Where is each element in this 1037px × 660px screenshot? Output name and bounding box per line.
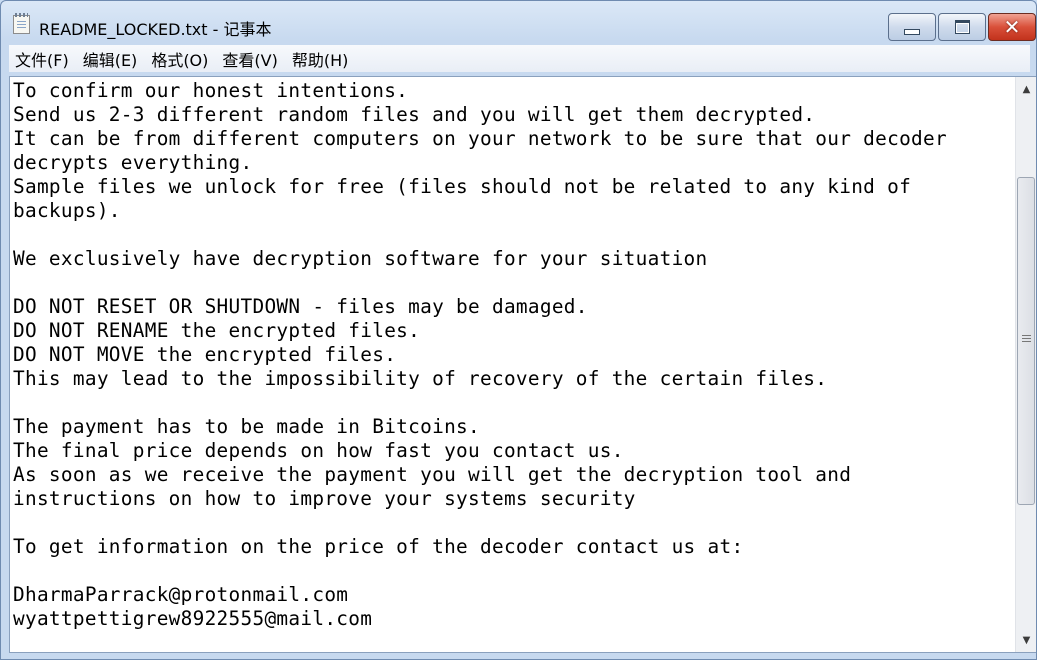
text-line [13, 511, 1013, 535]
vertical-scrollbar[interactable]: ▲ ▼ [1015, 77, 1036, 652]
menu-format[interactable]: 格式(O) [144, 47, 215, 71]
text-line [13, 559, 1013, 583]
title-bar[interactable]: README_LOCKED.txt - 记事本 ✕ [1, 1, 1036, 41]
text-line: Sample files we unlock for free (files s… [13, 175, 912, 198]
minimize-button[interactable] [888, 13, 936, 41]
text-line: As soon as we receive the payment you wi… [13, 463, 852, 486]
menu-file[interactable]: 文件(F) [9, 47, 76, 71]
text-line: The final price depends on how fast you … [13, 439, 624, 462]
minimize-icon [904, 29, 920, 35]
text-line: DO NOT RESET OR SHUTDOWN - files may be … [13, 295, 588, 318]
notepad-icon[interactable] [13, 13, 30, 34]
text-line [13, 271, 1013, 295]
text-line: backups). [13, 199, 121, 222]
text-line [13, 223, 1013, 247]
text-line: DO NOT RENAME the encrypted files. [13, 319, 421, 342]
menu-help[interactable]: 帮助(H) [285, 47, 356, 71]
text-line: The payment has to be made in Bitcoins. [13, 415, 480, 438]
text-line: wyattpettigrew8922555@mail.com [13, 607, 373, 630]
menu-bar: 文件(F) 编辑(E) 格式(O) 查看(V) 帮助(H) [9, 45, 1030, 72]
window-title: README_LOCKED.txt - 记事本 [39, 20, 272, 39]
text-line: instructions on how to improve your syst… [13, 487, 636, 510]
text-line: DO NOT MOVE the encrypted files. [13, 343, 397, 366]
window-bottom-border [1, 653, 1036, 659]
maximize-icon [954, 20, 970, 34]
text-line: decrypts everything. [13, 151, 253, 174]
text-line: It can be from different computers on yo… [13, 127, 947, 150]
close-button[interactable]: ✕ [988, 13, 1036, 41]
notepad-window: README_LOCKED.txt - 记事本 ✕ 文件(F) 编辑(E) 格式… [0, 0, 1037, 660]
menu-view[interactable]: 查看(V) [215, 47, 284, 71]
text-line: Send us 2-3 different random files and y… [13, 103, 816, 126]
close-icon: ✕ [1003, 15, 1021, 39]
text-editor[interactable]: To confirm our honest intentions. Send us… [9, 76, 1036, 653]
text-line: DharmaParrack@protonmail.com [13, 583, 349, 606]
text-line: We exclusively have decryption software … [13, 247, 708, 270]
document-text[interactable]: To confirm our honest intentions. Send us… [13, 79, 1013, 649]
menu-edit[interactable]: 编辑(E) [76, 47, 145, 71]
grip-icon [1022, 334, 1031, 343]
text-line: To confirm our honest intentions. [13, 79, 409, 102]
text-line: To get information on the price of the d… [13, 535, 744, 558]
text-line [13, 391, 1013, 415]
text-line: This may lead to the impossibility of re… [13, 367, 828, 390]
scroll-down-arrow-icon[interactable]: ▼ [1016, 630, 1036, 650]
maximize-button[interactable] [938, 13, 986, 41]
scroll-up-arrow-icon[interactable]: ▲ [1016, 79, 1036, 99]
scrollbar-thumb[interactable] [1017, 176, 1035, 505]
